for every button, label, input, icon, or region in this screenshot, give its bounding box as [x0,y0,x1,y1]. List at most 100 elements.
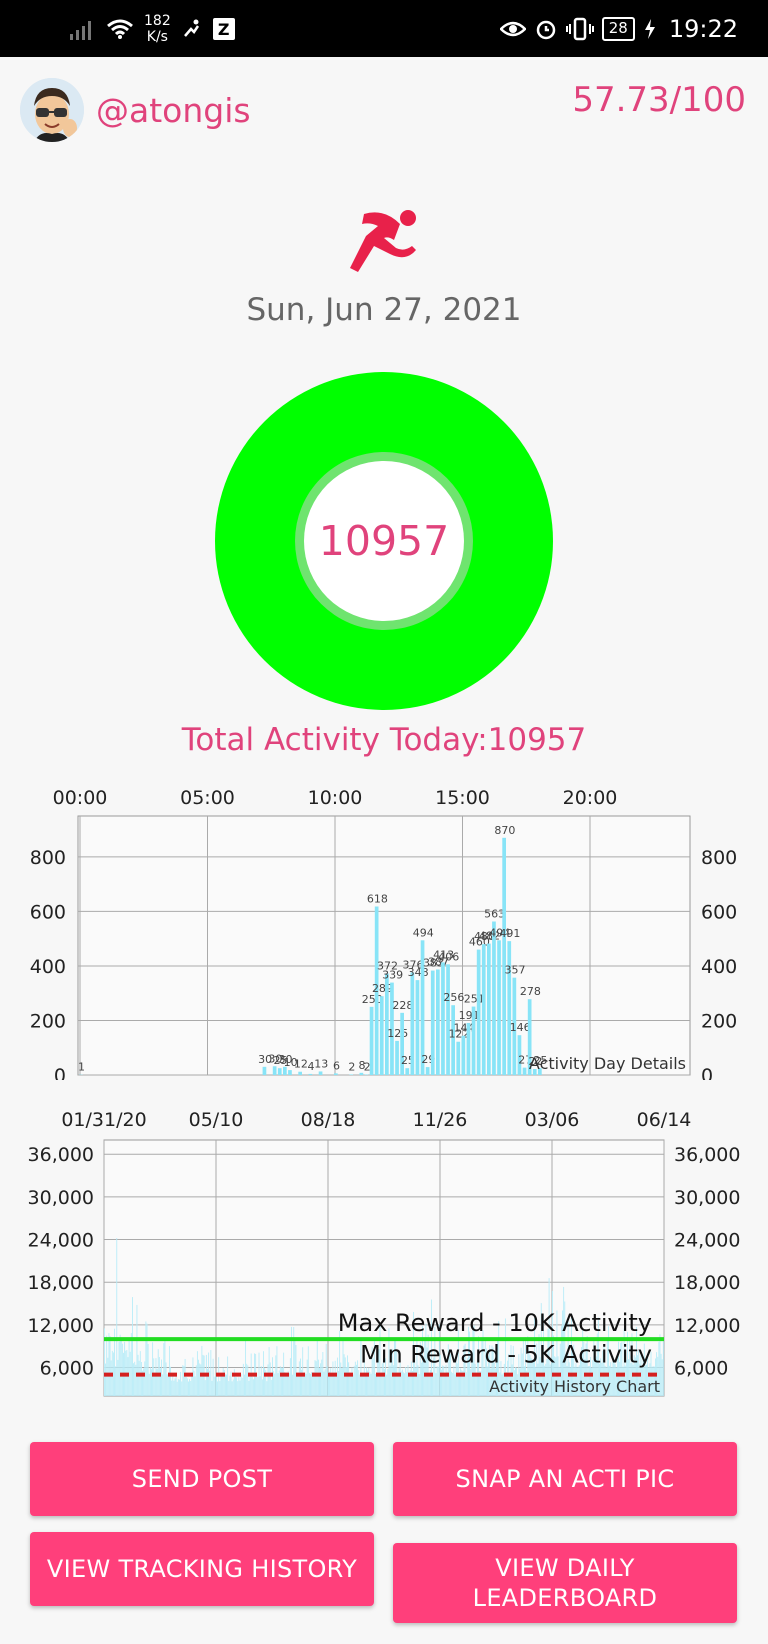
chart2-bar [258,1352,260,1396]
chart2-bar [660,1353,662,1396]
chart2-bar [190,1380,192,1396]
max-reward-label: Max Reward - 10K Activity [338,1309,652,1337]
chart1-bar [369,1006,374,1075]
chart2-bar [323,1371,325,1396]
chart2-bar [222,1367,224,1396]
chart2-bar [401,1369,403,1396]
chart1-bar [466,1022,471,1075]
chart2-bar [286,1374,288,1396]
chart2-bar [358,1370,360,1396]
activity-value: 10957 [318,517,450,565]
chart2-bar [369,1372,371,1396]
chart2-bar [144,1361,146,1396]
chart2-bar [210,1350,212,1396]
chart2-bar [294,1338,296,1396]
chart1-data-label: 339 [382,969,403,982]
chart2-bar [212,1358,214,1396]
chart2-bar [130,1333,132,1396]
chart1-data-label: 12 [294,1058,308,1071]
chart2-bar [319,1368,320,1396]
chart1-bar [507,941,512,1075]
chart2-bar [335,1373,337,1396]
chart2-x-tick-label: 05/10 [189,1109,244,1131]
wifi-icon [107,19,133,39]
chart2-bar [661,1359,663,1396]
chart2-bar [227,1356,229,1396]
chart1-bar [471,1006,476,1075]
chart2-bar [166,1374,168,1396]
chart2-bar [333,1373,335,1396]
chart2-bar [155,1358,157,1396]
chart2-bar [173,1380,175,1396]
chart1-bar [272,1066,277,1075]
send-post-button[interactable]: SEND POST [30,1442,374,1516]
chart2-bar [442,1365,444,1396]
chart2-bar [248,1380,250,1396]
chart2-bar [303,1374,305,1396]
chart2-bar [107,1357,109,1396]
chart2-bar [285,1374,287,1396]
chart1-x-tick-label: 05:00 [180,787,235,809]
user-header[interactable]: @atongis [20,78,251,142]
chart2-bar [362,1374,364,1396]
username[interactable]: @atongis [96,91,251,130]
activity-history-chart: 6,000 6,000 12,000 12,000 18,000 18,000 24,000… [28,1109,740,1397]
chart2-bar [289,1358,291,1396]
chart2-bar [277,1373,279,1396]
chart2-bar [326,1366,328,1396]
chart2-bar [279,1366,281,1396]
chart2-bar [408,1373,410,1396]
chart2-bar [307,1346,309,1396]
chart2-bar [317,1359,319,1396]
avatar[interactable] [20,78,84,142]
snap-pic-button[interactable]: SNAP AN ACTI PIC [393,1442,737,1516]
chart2-bar [267,1364,269,1396]
chart2-bar [112,1352,114,1396]
chart2-bar [345,1366,347,1396]
chart1-y-tick-label-right: 200 [701,1010,737,1032]
chart2-bar [153,1358,155,1396]
chart2-bar [325,1343,327,1396]
chart2-y-tick-label-right: 30,000 [674,1187,740,1209]
chart1-data-label: 870 [494,824,515,837]
chart2-bar [306,1359,308,1396]
chart2-bar [160,1368,161,1396]
chart2-y-tick-label-right: 12,000 [674,1315,740,1337]
chart1-data-label: 125 [387,1027,408,1040]
chart2-bar [224,1374,226,1396]
chart2-bar [261,1379,263,1396]
chart1-y-tick-label-right: 600 [701,901,737,923]
chart2-bar [174,1378,176,1396]
chart2-bar [136,1304,138,1396]
chart1-x-tick-label: 20:00 [563,787,618,809]
chart2-bar [452,1373,454,1396]
chart2-bar [366,1367,367,1396]
chart2-bar [214,1376,216,1396]
chart2-bar [310,1373,311,1396]
chart2-y-tick-label-right: 36,000 [674,1144,740,1166]
chart1-bar [476,949,481,1075]
chart2-bar [276,1346,278,1396]
chart2-bar [251,1376,253,1396]
avatar-illustration [20,78,84,142]
chart1-bar [425,1067,430,1075]
chart2-bar [354,1361,356,1396]
chart2-bar [145,1321,147,1396]
view-tracking-history-button[interactable]: VIEW TRACKING HISTORY [30,1532,374,1606]
chart2-bar [389,1365,391,1396]
chart1-bar [385,973,389,1075]
chart2-bar [106,1335,108,1396]
chart1-data-label: 618 [367,893,388,906]
chart2-bar [117,1359,119,1396]
view-daily-leaderboard-button[interactable]: VIEW DAILY LEADERBOARD [393,1543,737,1623]
chart2-bar [191,1373,193,1396]
chart2-bar [415,1367,417,1396]
chart2-bar [240,1374,242,1396]
alarm-icon [536,20,555,40]
chart1-data-label: 1 [78,1061,85,1074]
chart2-bar [184,1358,186,1396]
chart2-bar [340,1362,342,1396]
chart2-bar [194,1376,196,1396]
chart2-bar [129,1351,131,1396]
chart2-bar [152,1342,154,1396]
